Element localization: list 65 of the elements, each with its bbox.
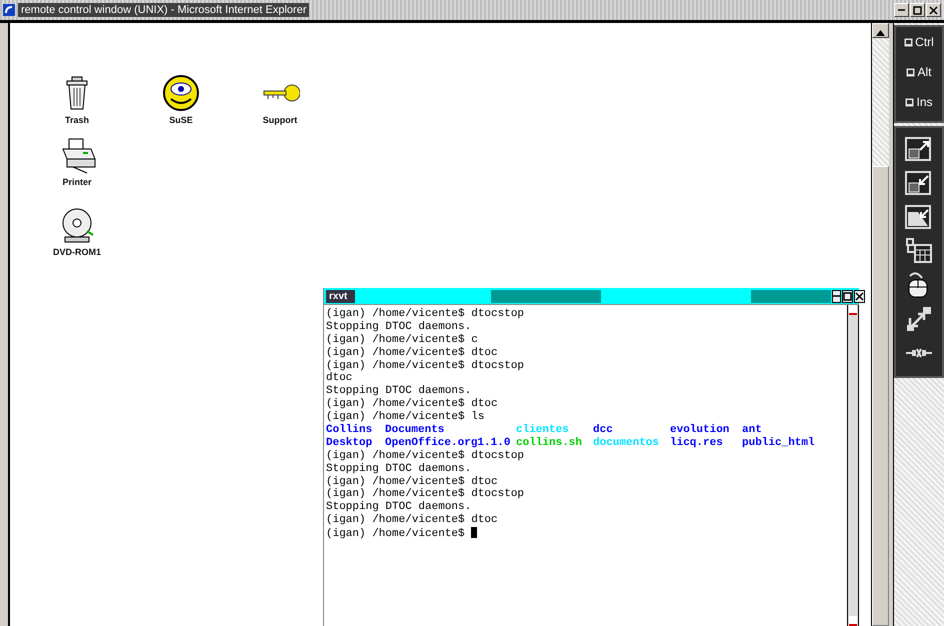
keyboard-key-icon [904, 38, 914, 46]
file-name: collins.sh [516, 436, 582, 450]
key-button[interactable]: Alt [906, 65, 932, 79]
terminal-title: rxvt [326, 290, 356, 302]
file-name: licq.res [670, 436, 723, 450]
resize-icon [904, 202, 934, 232]
terminal-line: Stopping DTOC daemons. [326, 501, 472, 514]
table-icon [904, 236, 934, 266]
icon-label[interactable]: Printer [62, 177, 92, 187]
terminal-line: (igan) /home/vicente$ dtocstop [326, 450, 526, 463]
file-name: Collins [326, 424, 372, 437]
file-name: Desktop [326, 436, 372, 450]
terminal-line: Stopping DTOC daemons. [326, 385, 472, 398]
terminal-line: (igan) /home/vicente$ dtoc [326, 514, 499, 528]
terminal-line: (igan) /home/vicente$ dtocstop [326, 488, 526, 501]
maximize-button[interactable] [842, 290, 854, 302]
close-icon [929, 6, 938, 14]
terminal-line: (igan) /home/vicente$ dtoc [326, 398, 499, 411]
keyboard-key-icon [906, 68, 916, 76]
tool-button[interactable] [904, 168, 934, 198]
emblem-icon[interactable] [161, 73, 201, 113]
file-name: evolution [670, 424, 730, 437]
minimize-button[interactable] [832, 290, 842, 302]
terminal-line: (igan) /home/vicente$ ls [326, 411, 486, 424]
terminal-line: (igan) /home/vicente$ dtocstop [326, 360, 526, 372]
file-name: OpenOffice.org1.1.0 [385, 436, 510, 450]
tool-button[interactable] [904, 134, 934, 164]
terminal-line: (igan) /home/vicente$ dtoc [326, 346, 499, 360]
swap-arrows-icon [904, 304, 934, 334]
terminal-line: dtoc [326, 372, 354, 385]
file-name: clientes [516, 424, 569, 437]
page-scrollbar[interactable] [871, 23, 889, 626]
scroll-up-button[interactable] [872, 23, 889, 38]
file-name: public_html [742, 436, 815, 450]
maximize-icon [913, 6, 922, 14]
terminal-line: (igan) /home/vicente$ dtoc [326, 476, 499, 488]
up-arrow-icon [876, 30, 885, 36]
file-name: ant [742, 424, 762, 437]
minimize-icon [898, 9, 905, 11]
icon-label[interactable]: Support [262, 115, 298, 125]
file-name: dcc [593, 424, 613, 437]
terminal-line: Stopping DTOC daemons. [326, 320, 472, 334]
terminal-prompt: (igan) /home/vicente$ [326, 528, 465, 540]
close-button[interactable] [854, 290, 866, 302]
browser-logo-icon [3, 4, 15, 16]
terminal-line: (igan) /home/vicente$ c [326, 334, 479, 347]
tool-button[interactable] [904, 202, 934, 232]
icon-label[interactable]: DVD-ROM1 [52, 247, 101, 257]
terminal-line: (igan) /home/vicente$ dtocstop [326, 308, 526, 321]
close-icon [855, 292, 864, 300]
tool-button[interactable] [904, 236, 934, 266]
minimize-icon [833, 295, 840, 297]
keyboard-key-icon [905, 98, 914, 106]
window-title: remote control window (UNIX) - Microsoft Internet Explorer [18, 3, 310, 17]
key-button[interactable]: Ins [905, 95, 932, 109]
maximize-icon [843, 292, 852, 300]
text-cursor [470, 527, 477, 538]
file-name: Documents [385, 424, 444, 436]
icon-label[interactable]: Trash [64, 115, 89, 125]
terminal-line: Stopping DTOC daemons. [326, 462, 472, 476]
tool-button[interactable] [904, 304, 934, 334]
file-name: documentos [593, 436, 660, 450]
terminal-scrollbar[interactable] [847, 305, 859, 626]
icon-label[interactable]: SuSE [169, 115, 193, 125]
key-button[interactable]: Ctrl [904, 35, 934, 49]
